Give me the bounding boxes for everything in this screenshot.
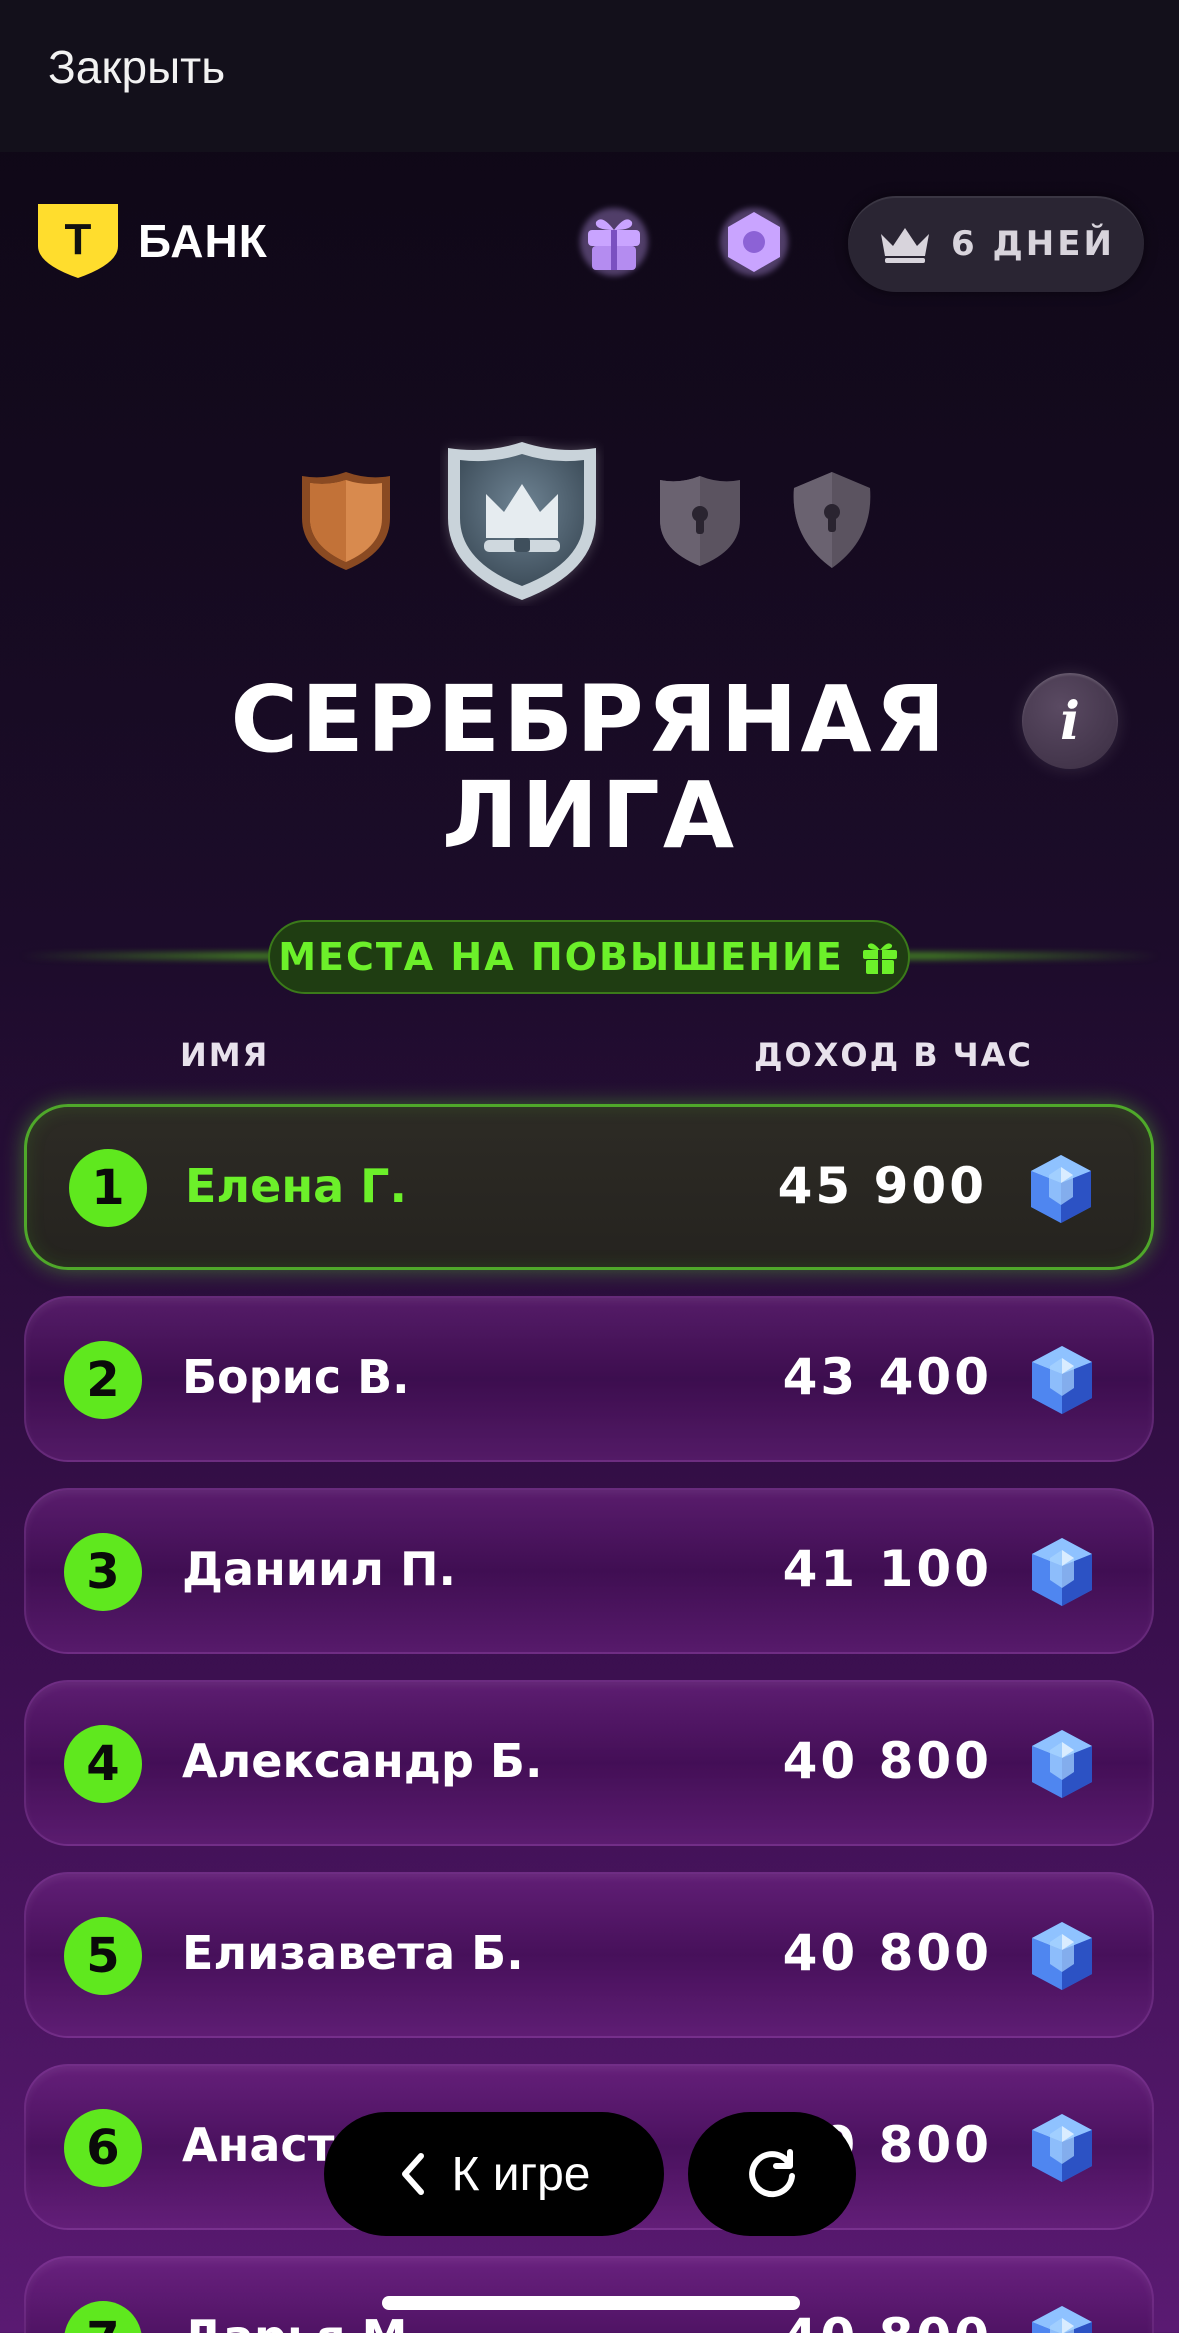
- back-to-game-button[interactable]: К игре: [324, 2112, 664, 2236]
- gift-icon: [862, 943, 897, 974]
- leaderboard-row[interactable]: 1 Елена Г. 45 900: [24, 1104, 1154, 1270]
- info-button[interactable]: i: [1022, 673, 1118, 769]
- gem-icon: [1028, 1536, 1096, 1608]
- bank-logo: Т БАНК: [36, 202, 268, 280]
- player-name: Дарья М.: [182, 2310, 425, 2333]
- gem-icon: [1028, 2304, 1096, 2333]
- gift-icon[interactable]: [572, 200, 656, 284]
- logo-shield-icon: Т: [38, 204, 118, 278]
- close-button[interactable]: Закрыть: [48, 40, 225, 94]
- income-value: 40 800: [782, 1924, 992, 1982]
- promo-label: МЕСТА НА ПОВЫШЕНИЕ: [278, 935, 844, 979]
- rank-badge: 7: [64, 2301, 142, 2333]
- home-indicator: [382, 2296, 800, 2310]
- locked-badge-icon[interactable]: [786, 468, 878, 572]
- back-label: К игре: [451, 2147, 591, 2201]
- leaderboard-row[interactable]: 3 Даниил П. 41 100: [24, 1488, 1154, 1654]
- rank-badge: 6: [64, 2109, 142, 2187]
- days-label: 6 ДНЕЙ: [951, 224, 1115, 264]
- rank-badge: 4: [64, 1725, 142, 1803]
- refresh-button[interactable]: [688, 2112, 856, 2236]
- income-value: 41 100: [782, 1540, 992, 1598]
- chevron-left-icon: [402, 2153, 425, 2195]
- gem-icon: [1027, 1153, 1095, 1225]
- gem-icon: [1028, 1920, 1096, 1992]
- income-value: 40 800: [782, 1732, 992, 1790]
- gem-icon: [1028, 1344, 1096, 1416]
- promotion-zone-banner: МЕСТА НА ПОВЫШЕНИЕ: [268, 920, 910, 994]
- bronze-badge-icon[interactable]: [296, 468, 396, 574]
- locked-badge-icon[interactable]: [654, 472, 746, 570]
- column-header-income: ДОХОД В ЧАС: [754, 1036, 1033, 1074]
- leaderboard-row[interactable]: 4 Александр Б. 40 800: [24, 1680, 1154, 1846]
- refresh-icon: [749, 2149, 795, 2198]
- season-days-pill[interactable]: 6 ДНЕЙ: [848, 196, 1144, 292]
- income-value: 40 800: [783, 2308, 992, 2333]
- silver-badge-icon[interactable]: [440, 436, 604, 606]
- logo-letter: Т: [65, 215, 92, 264]
- logo-text: БАНК: [138, 215, 268, 267]
- crown-icon: [881, 228, 930, 263]
- league-title: СЕРЕБРЯНАЯ ЛИГА: [230, 666, 949, 869]
- income-value: 43 400: [782, 1348, 992, 1406]
- player-name: Даниил П.: [182, 1542, 456, 1596]
- rank-badge: 5: [64, 1917, 142, 1995]
- rank-badge: 3: [64, 1533, 142, 1611]
- gem-icon: [1028, 1728, 1096, 1800]
- player-name: Александр Б.: [182, 1734, 543, 1788]
- leaderboard-row[interactable]: 5 Елизавета Б. 40 800: [24, 1872, 1154, 2038]
- player-name: Елена Г.: [185, 1159, 407, 1213]
- player-name: Елизавета Б.: [182, 1926, 524, 1980]
- player-name: Борис В.: [182, 1350, 410, 1404]
- income-value: 45 900: [777, 1157, 987, 1215]
- rank-badge: 2: [64, 1341, 142, 1419]
- column-header-name: ИМЯ: [180, 1036, 270, 1074]
- leaderboard-row[interactable]: 2 Борис В. 43 400: [24, 1296, 1154, 1462]
- gem-icon: [1028, 2112, 1096, 2184]
- hexagon-icon[interactable]: [712, 200, 796, 284]
- leaderboard-row[interactable]: 7 Дарья М. 40 800: [24, 2256, 1154, 2333]
- top-bar: Закрыть: [0, 0, 1179, 152]
- rank-badge: 1: [69, 1149, 147, 1227]
